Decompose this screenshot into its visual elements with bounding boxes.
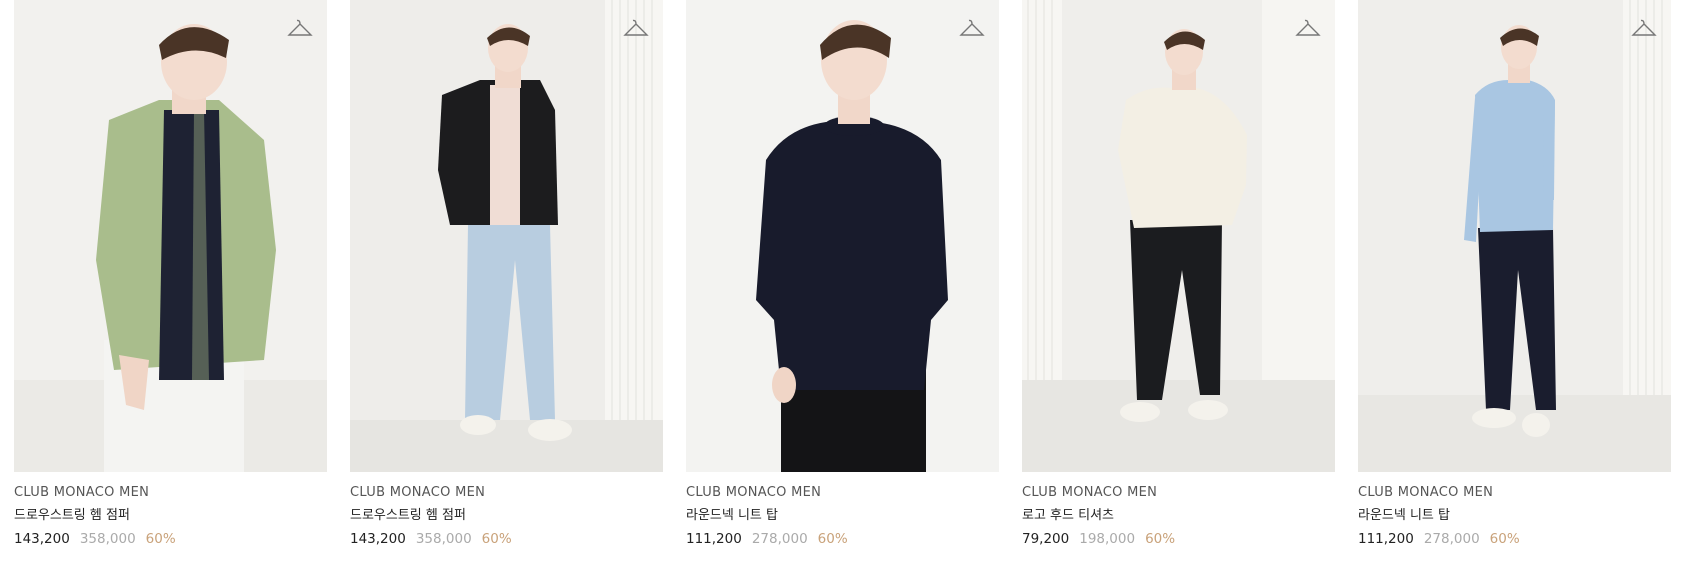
- sale-price: 143,200: [14, 531, 70, 547]
- original-price: 278,000: [1423, 531, 1480, 547]
- sale-price: 111,200: [686, 531, 742, 547]
- product-name[interactable]: 라운드넥 니트 탑: [1358, 508, 1671, 524]
- discount-rate: 60%: [145, 531, 176, 547]
- product-photo: [686, 0, 999, 472]
- product-brand: CLUB MONACO MEN: [686, 485, 822, 500]
- sale-price: 79,200: [1022, 531, 1070, 547]
- price-row: 111,200 278,000 60%: [1358, 531, 1671, 547]
- price-row: 111,200 278,000 60%: [686, 531, 999, 547]
- product-photo: [350, 0, 663, 472]
- product-image[interactable]: [1022, 0, 1335, 472]
- price-row: 143,200 358,000 60%: [14, 531, 327, 547]
- hanger-icon[interactable]: [287, 18, 313, 40]
- product-card[interactable]: CLUB MONACO MEN 드로우스트링 헴 점퍼 143,200 358,…: [14, 0, 327, 547]
- sale-price: 143,200: [350, 531, 406, 547]
- sale-price: 111,200: [1358, 531, 1414, 547]
- product-card[interactable]: CLUB MONACO MEN 라운드넥 니트 탑 111,200 278,00…: [686, 0, 999, 547]
- product-card[interactable]: CLUB MONACO MEN 로고 후드 티셔츠 79,200 198,000…: [1022, 0, 1335, 547]
- product-image[interactable]: [14, 0, 327, 472]
- product-brand: CLUB MONACO MEN: [350, 485, 486, 500]
- original-price: 198,000: [1079, 531, 1136, 547]
- product-card[interactable]: CLUB MONACO MEN 라운드넥 니트 탑 111,200 278,00…: [1358, 0, 1671, 547]
- original-price: 358,000: [79, 531, 136, 547]
- product-name[interactable]: 로고 후드 티셔츠: [1022, 508, 1335, 524]
- original-price: 358,000: [415, 531, 472, 547]
- price-row: 143,200 358,000 60%: [350, 531, 663, 547]
- original-price: 278,000: [751, 531, 808, 547]
- product-brand: CLUB MONACO MEN: [1358, 485, 1494, 500]
- hanger-icon[interactable]: [959, 18, 985, 40]
- price-row: 79,200 198,000 60%: [1022, 531, 1335, 547]
- hanger-icon[interactable]: [623, 18, 649, 40]
- product-name[interactable]: 드로우스트링 헴 점퍼: [350, 508, 663, 524]
- discount-rate: 60%: [817, 531, 848, 547]
- discount-rate: 60%: [1145, 531, 1176, 547]
- product-image[interactable]: [350, 0, 663, 472]
- product-photo: [14, 0, 327, 472]
- product-grid: CLUB MONACO MEN 드로우스트링 헴 점퍼 143,200 358,…: [14, 0, 1671, 547]
- product-brand: CLUB MONACO MEN: [1022, 485, 1158, 500]
- product-photo: [1022, 0, 1335, 472]
- product-brand: CLUB MONACO MEN: [14, 485, 150, 500]
- hanger-icon[interactable]: [1295, 18, 1321, 40]
- product-image[interactable]: [686, 0, 999, 472]
- product-image[interactable]: [1358, 0, 1671, 472]
- product-name[interactable]: 드로우스트링 헴 점퍼: [14, 508, 327, 524]
- product-card[interactable]: CLUB MONACO MEN 드로우스트링 헴 점퍼 143,200 358,…: [350, 0, 663, 547]
- hanger-icon[interactable]: [1631, 18, 1657, 40]
- product-name[interactable]: 라운드넥 니트 탑: [686, 508, 999, 524]
- discount-rate: 60%: [481, 531, 512, 547]
- discount-rate: 60%: [1489, 531, 1520, 547]
- product-photo: [1358, 0, 1671, 472]
